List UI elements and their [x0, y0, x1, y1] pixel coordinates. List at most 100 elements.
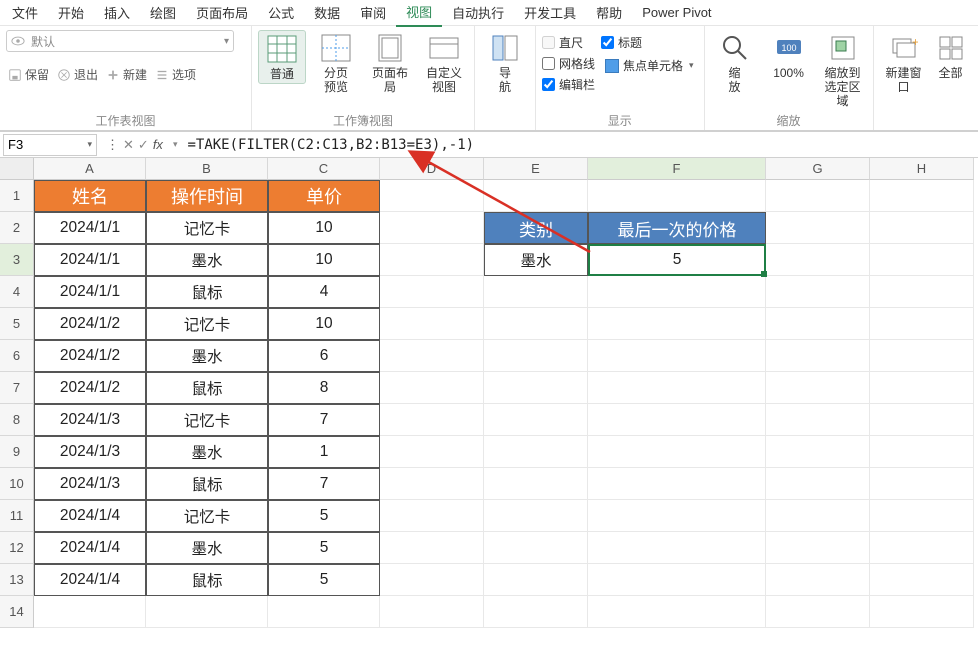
spreadsheet-grid[interactable]: A B C D E F G H 1 姓名 操作时间 单价 2 2024/1/1 … — [0, 158, 978, 655]
cell-B2[interactable]: 记忆卡 — [146, 212, 268, 244]
cell-E5[interactable] — [484, 308, 588, 340]
cell-A6[interactable]: 2024/1/2 — [34, 340, 146, 372]
col-header-G[interactable]: G — [766, 158, 870, 180]
cell-B10[interactable]: 鼠标 — [146, 468, 268, 500]
row-header-8[interactable]: 8 — [0, 404, 34, 436]
cell-D1[interactable] — [380, 180, 484, 212]
cell-H3[interactable] — [870, 244, 974, 276]
cell-F5[interactable] — [588, 308, 766, 340]
cell-D9[interactable] — [380, 436, 484, 468]
cell-G4[interactable] — [766, 276, 870, 308]
check-headings[interactable]: 标题 — [601, 34, 698, 51]
check-formula-bar-box[interactable] — [542, 78, 555, 91]
cell-A5[interactable]: 2024/1/2 — [34, 308, 146, 340]
menu-page-layout[interactable]: 页面布局 — [186, 0, 258, 26]
cell-H14[interactable] — [870, 596, 974, 628]
cell-G14[interactable] — [766, 596, 870, 628]
menu-dev-tools[interactable]: 开发工具 — [514, 0, 586, 26]
cell-F10[interactable] — [588, 468, 766, 500]
menu-help[interactable]: 帮助 — [586, 0, 632, 26]
sheet-view-dropdown[interactable]: 默认 ▾ — [6, 30, 234, 52]
cell-E2[interactable]: 类别 — [484, 212, 588, 244]
cell-G13[interactable] — [766, 564, 870, 596]
cell-C9[interactable]: 1 — [268, 436, 380, 468]
cell-B1[interactable]: 操作时间 — [146, 180, 268, 212]
cell-C8[interactable]: 7 — [268, 404, 380, 436]
cell-E6[interactable] — [484, 340, 588, 372]
col-header-A[interactable]: A — [34, 158, 146, 180]
col-header-E[interactable]: E — [484, 158, 588, 180]
zoom-to-selection-button[interactable]: 缩放到 选定区域 — [819, 30, 867, 110]
cell-G10[interactable] — [766, 468, 870, 500]
cell-F14[interactable] — [588, 596, 766, 628]
cell-G6[interactable] — [766, 340, 870, 372]
formula-input[interactable] — [183, 134, 978, 156]
cell-C2[interactable]: 10 — [268, 212, 380, 244]
cell-H11[interactable] — [870, 500, 974, 532]
new-window-button[interactable]: + 新建窗口 — [880, 30, 928, 96]
cell-E9[interactable] — [484, 436, 588, 468]
cell-F8[interactable] — [588, 404, 766, 436]
view-page-break-button[interactable]: 分页 预览 — [312, 30, 360, 96]
sheet-view-exit[interactable]: 退出 — [55, 64, 100, 85]
zoom-100-button[interactable]: 100 100% — [765, 30, 813, 82]
menu-data[interactable]: 数据 — [304, 0, 350, 26]
cell-G5[interactable] — [766, 308, 870, 340]
cell-B14[interactable] — [146, 596, 268, 628]
menu-file[interactable]: 文件 — [2, 0, 48, 26]
cell-H5[interactable] — [870, 308, 974, 340]
cell-F12[interactable] — [588, 532, 766, 564]
menu-formulas[interactable]: 公式 — [258, 0, 304, 26]
chevron-down-icon[interactable]: ▾ — [173, 139, 178, 150]
row-header-14[interactable]: 14 — [0, 596, 34, 628]
cell-F13[interactable] — [588, 564, 766, 596]
row-header-10[interactable]: 10 — [0, 468, 34, 500]
cell-C3[interactable]: 10 — [268, 244, 380, 276]
row-header-6[interactable]: 6 — [0, 340, 34, 372]
cell-G9[interactable] — [766, 436, 870, 468]
cell-C5[interactable]: 10 — [268, 308, 380, 340]
cell-E1[interactable] — [484, 180, 588, 212]
name-box[interactable]: F3 ▾ — [3, 134, 97, 156]
cell-A3[interactable]: 2024/1/1 — [34, 244, 146, 276]
cell-F4[interactable] — [588, 276, 766, 308]
cell-A12[interactable]: 2024/1/4 — [34, 532, 146, 564]
cell-C13[interactable]: 5 — [268, 564, 380, 596]
cell-C1[interactable]: 单价 — [268, 180, 380, 212]
cell-D3[interactable] — [380, 244, 484, 276]
view-normal-button[interactable]: 普通 — [258, 30, 306, 84]
cell-E11[interactable] — [484, 500, 588, 532]
cell-C11[interactable]: 5 — [268, 500, 380, 532]
cell-G7[interactable] — [766, 372, 870, 404]
cell-D5[interactable] — [380, 308, 484, 340]
cell-G2[interactable] — [766, 212, 870, 244]
cell-E8[interactable] — [484, 404, 588, 436]
cell-B9[interactable]: 墨水 — [146, 436, 268, 468]
cell-D13[interactable] — [380, 564, 484, 596]
view-page-layout-button[interactable]: 页面布局 — [366, 30, 414, 96]
menu-insert[interactable]: 插入 — [94, 0, 140, 26]
cell-E10[interactable] — [484, 468, 588, 500]
cell-E4[interactable] — [484, 276, 588, 308]
cell-F2[interactable]: 最后一次的价格 — [588, 212, 766, 244]
cell-D12[interactable] — [380, 532, 484, 564]
cell-C12[interactable]: 5 — [268, 532, 380, 564]
cell-A9[interactable]: 2024/1/3 — [34, 436, 146, 468]
sheet-view-new[interactable]: 新建 — [104, 64, 149, 85]
row-header-2[interactable]: 2 — [0, 212, 34, 244]
zoom-button[interactable]: 缩 放 — [711, 30, 759, 96]
cell-F6[interactable] — [588, 340, 766, 372]
cell-D2[interactable] — [380, 212, 484, 244]
fx-icon[interactable]: fx — [153, 137, 163, 152]
cell-B7[interactable]: 鼠标 — [146, 372, 268, 404]
select-all-corner[interactable] — [0, 158, 34, 180]
cell-D11[interactable] — [380, 500, 484, 532]
cell-A14[interactable] — [34, 596, 146, 628]
cell-F1[interactable] — [588, 180, 766, 212]
cell-A2[interactable]: 2024/1/1 — [34, 212, 146, 244]
cell-E3[interactable]: 墨水 — [484, 244, 588, 276]
sheet-view-options[interactable]: 选项 — [153, 64, 198, 85]
cell-H2[interactable] — [870, 212, 974, 244]
col-header-C[interactable]: C — [268, 158, 380, 180]
menu-power-pivot[interactable]: Power Pivot — [632, 1, 721, 24]
